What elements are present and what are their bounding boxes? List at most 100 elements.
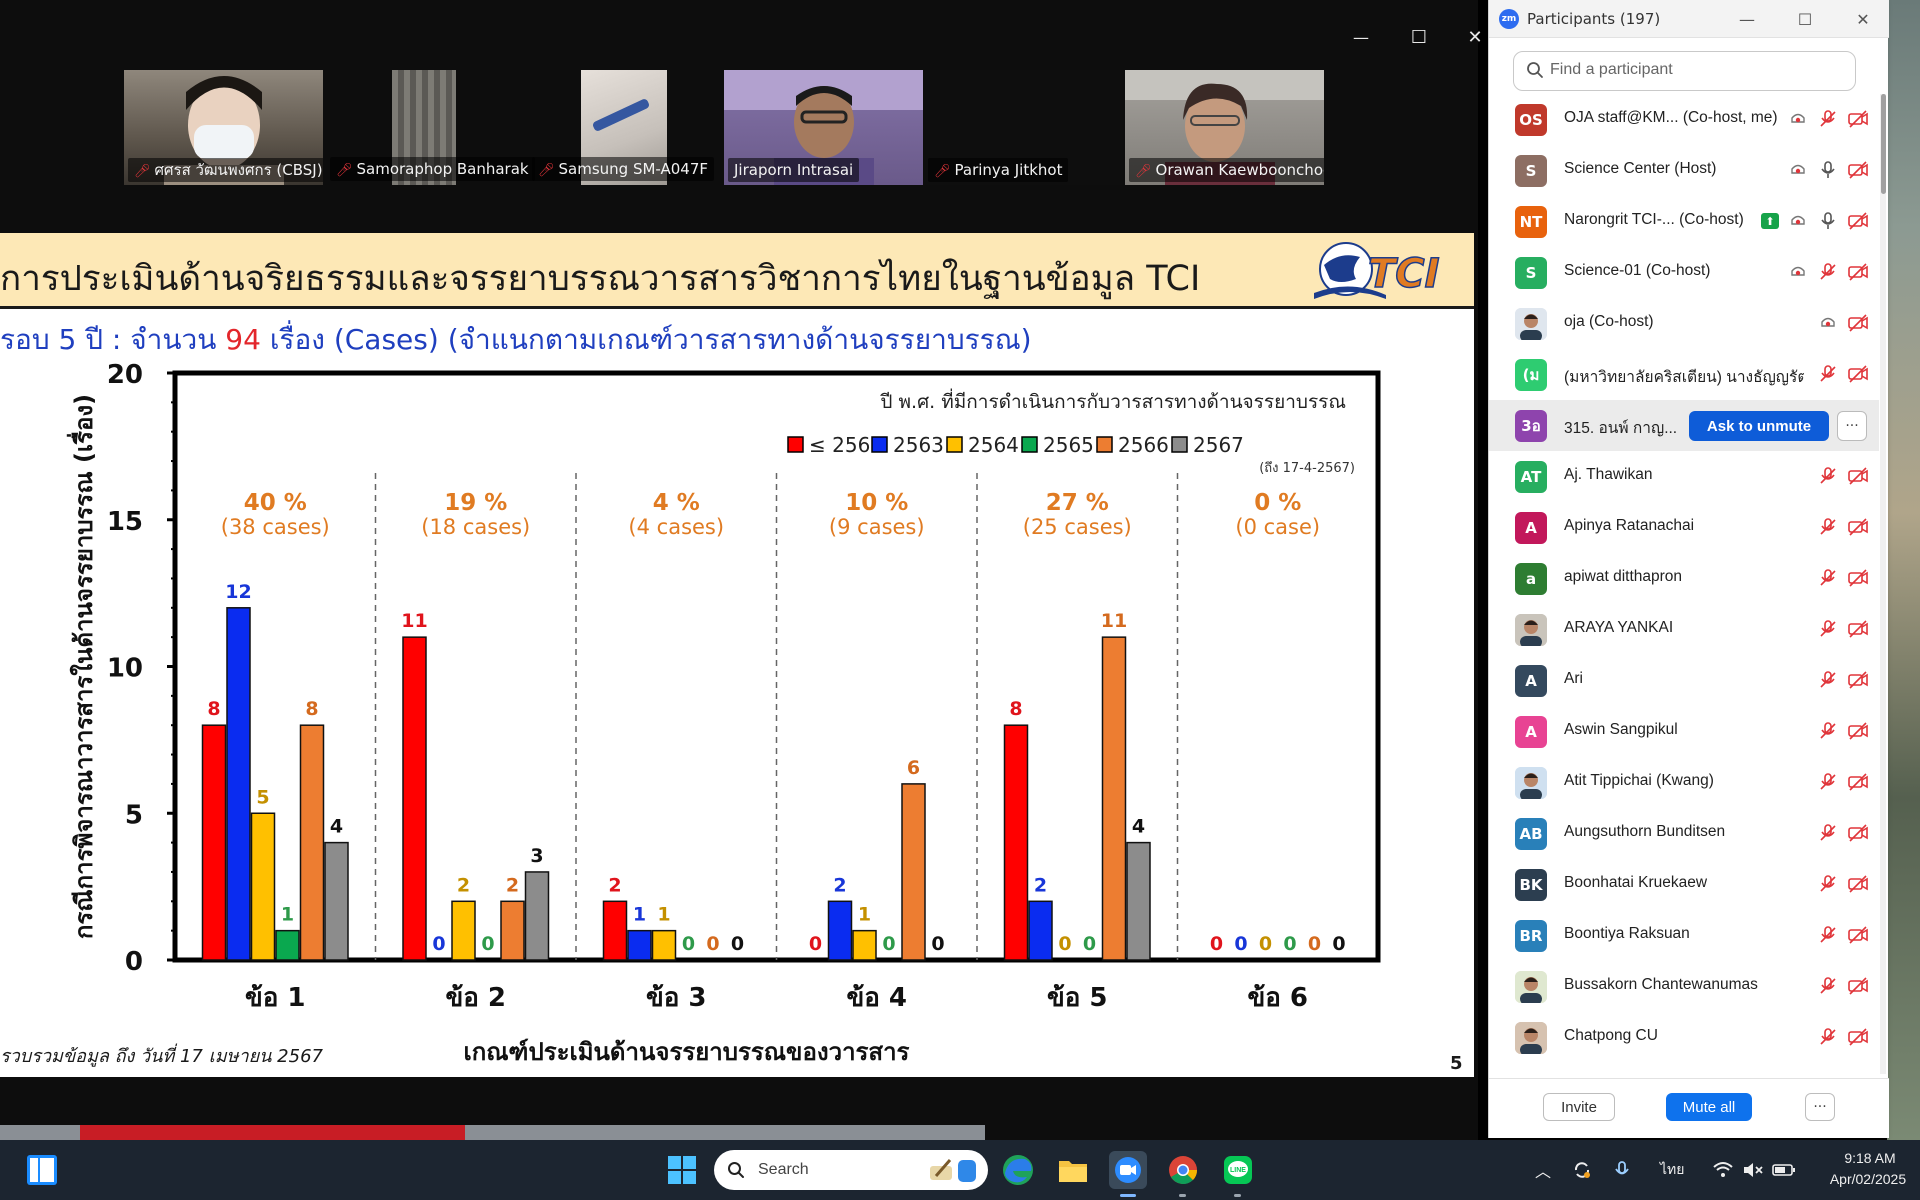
participant-row[interactable]: a apiwat ditthapron [1489,553,1879,604]
video-off-icon[interactable] [1847,159,1869,181]
mic-muted-icon[interactable] [1817,720,1839,742]
mic-muted-icon[interactable] [1817,516,1839,538]
windows-logo-icon[interactable] [663,1151,701,1189]
video-off-icon[interactable] [1847,312,1869,334]
video-tile[interactable]: 🎤︎ Parinya Jitkhot [924,70,1123,185]
video-off-icon[interactable] [1847,771,1869,793]
video-off-icon[interactable] [1847,720,1869,742]
mic-muted-icon[interactable] [1817,924,1839,946]
video-off-icon[interactable] [1847,465,1869,487]
microphone-in-use-icon[interactable] [1612,1158,1634,1182]
close-button[interactable]: ✕ [1460,22,1490,52]
bar-value-label: 0 [432,933,445,955]
battery-icon[interactable] [1772,1158,1796,1182]
speaker-muted-icon[interactable] [1742,1158,1764,1182]
participant-row[interactable]: ARAYA YANKAI [1489,604,1879,655]
edge-icon[interactable] [999,1151,1037,1189]
mic-muted-icon[interactable] [1817,975,1839,997]
video-off-icon[interactable] [1847,108,1869,130]
participant-search-box[interactable] [1513,51,1856,91]
file-explorer-icon[interactable] [1054,1151,1092,1189]
participant-row[interactable]: AT Aj. Thawikan [1489,451,1879,502]
participant-row[interactable]: S Science Center (Host) [1489,145,1879,196]
participant-row[interactable]: Atit Tippichai (Kwang) [1489,757,1879,808]
line-taskbar-button[interactable]: LINE [1219,1151,1257,1197]
participant-search-input[interactable] [1550,61,1840,79]
taskbar-search-box[interactable]: Search [714,1150,988,1190]
wifi-icon[interactable] [1712,1158,1734,1182]
participant-row[interactable]: 3อ 315. อนพ์ กาญ... Ask to unmute ··· [1489,400,1879,451]
participant-row[interactable]: OS OJA staff@KM... (Co-host, me) [1489,94,1879,145]
bar-value-label: 0 [682,933,695,955]
video-off-icon[interactable] [1847,210,1869,232]
video-recording-icon [1787,210,1809,232]
ask-to-unmute-button[interactable]: Ask to unmute [1689,411,1829,441]
participant-row[interactable]: Bussakorn Chantewanumas [1489,961,1879,1012]
participant-row[interactable]: oja (Co-host) [1489,298,1879,349]
zoom-taskbar-button[interactable] [1109,1151,1147,1197]
participant-row[interactable]: A Apinya Ratanachai [1489,502,1879,553]
mic-muted-icon[interactable] [1817,567,1839,589]
participant-row[interactable]: BK Boonhatai Kruekaew [1489,859,1879,910]
mute-all-button[interactable]: Mute all [1666,1093,1752,1121]
chrome-taskbar-button[interactable] [1164,1151,1202,1197]
mic-icon[interactable] [1817,210,1839,232]
participant-row[interactable]: S Science-01 (Co-host) [1489,247,1879,298]
participant-more-button[interactable]: ··· [1837,411,1867,441]
participant-list-scroll-thumb[interactable] [1881,94,1886,194]
video-tile[interactable]: 🎤︎ Orawan Kaewboonchoo [1125,70,1324,185]
mic-muted-icon[interactable] [1817,108,1839,130]
participant-row[interactable]: NT Narongrit TCI-... (Co-host) ⬆ [1489,196,1879,247]
participant-row[interactable]: AB Aungsuthorn Bunditsen [1489,808,1879,859]
minimize-button[interactable]: — [1346,22,1376,52]
video-off-icon[interactable] [1847,924,1869,946]
participants-titlebar: zm Participants (197) — ☐ ✕ [1489,0,1889,38]
participant-row[interactable]: A Aswin Sangpikul [1489,706,1879,757]
video-off-icon[interactable] [1847,618,1869,640]
video-off-icon[interactable] [1847,822,1869,844]
more-options-button[interactable]: ··· [1805,1093,1835,1121]
participant-row[interactable]: (ม (มหาวิทยาลัยคริสเตียน) นางธัญญรัตน์... [1489,349,1879,400]
input-language-indicator[interactable]: ไทย [1660,1158,1684,1182]
sync-icon[interactable] [1572,1158,1592,1182]
mic-muted-icon[interactable] [1817,618,1839,640]
participant-list-scrollbar[interactable] [1880,94,1886,1074]
mic-muted-icon[interactable] [1817,771,1839,793]
video-off-icon[interactable] [1847,669,1869,691]
mic-muted-icon[interactable] [1817,261,1839,283]
bar-value-label: 4 [330,816,343,838]
mic-muted-icon[interactable] [1817,873,1839,895]
video-off-icon[interactable] [1847,1026,1869,1048]
participant-row[interactable]: A Ari [1489,655,1879,706]
participant-row[interactable]: Chatpong CU [1489,1012,1879,1063]
taskbar-clock-time[interactable]: 9:18 AM [1830,1150,1910,1166]
mic-muted-icon[interactable] [1817,465,1839,487]
participant-avatar: NT [1515,206,1547,238]
group-cases-label: (18 cases) [421,515,530,539]
mic-muted-icon[interactable] [1817,669,1839,691]
maximize-button[interactable]: ☐ [1404,22,1434,52]
video-off-icon[interactable] [1847,516,1869,538]
video-off-icon[interactable] [1847,567,1869,589]
video-off-icon[interactable] [1847,975,1869,997]
participant-status-icons [1817,822,1869,844]
bar-value-label: 2 [833,874,846,896]
video-off-icon[interactable] [1847,261,1869,283]
mic-muted-icon[interactable] [1817,363,1839,385]
video-tile[interactable]: 🎤︎ ศศรส วัฒนพงศกร (CBSJ) [124,70,323,185]
taskbar-clock-date[interactable]: Apr/02/2025 [1822,1171,1914,1187]
participant-list[interactable]: OS OJA staff@KM... (Co-host, me) S Science … [1489,94,1879,1070]
participant-row[interactable]: BR Boontiya Raksuan [1489,910,1879,961]
video-off-icon[interactable] [1847,873,1869,895]
video-tile[interactable]: Jiraporn Intrasai [724,70,923,185]
start-icon[interactable] [25,1153,59,1187]
panel-maximize-button[interactable]: ☐ [1791,6,1819,32]
panel-close-button[interactable]: ✕ [1849,6,1877,32]
invite-button[interactable]: Invite [1543,1093,1615,1121]
show-hidden-icons-button[interactable]: ︿ [1535,1158,1551,1182]
panel-minimize-button[interactable]: — [1733,6,1761,32]
mic-muted-icon[interactable] [1817,1026,1839,1048]
mic-icon[interactable] [1817,159,1839,181]
video-off-icon[interactable] [1847,363,1869,385]
mic-muted-icon[interactable] [1817,822,1839,844]
